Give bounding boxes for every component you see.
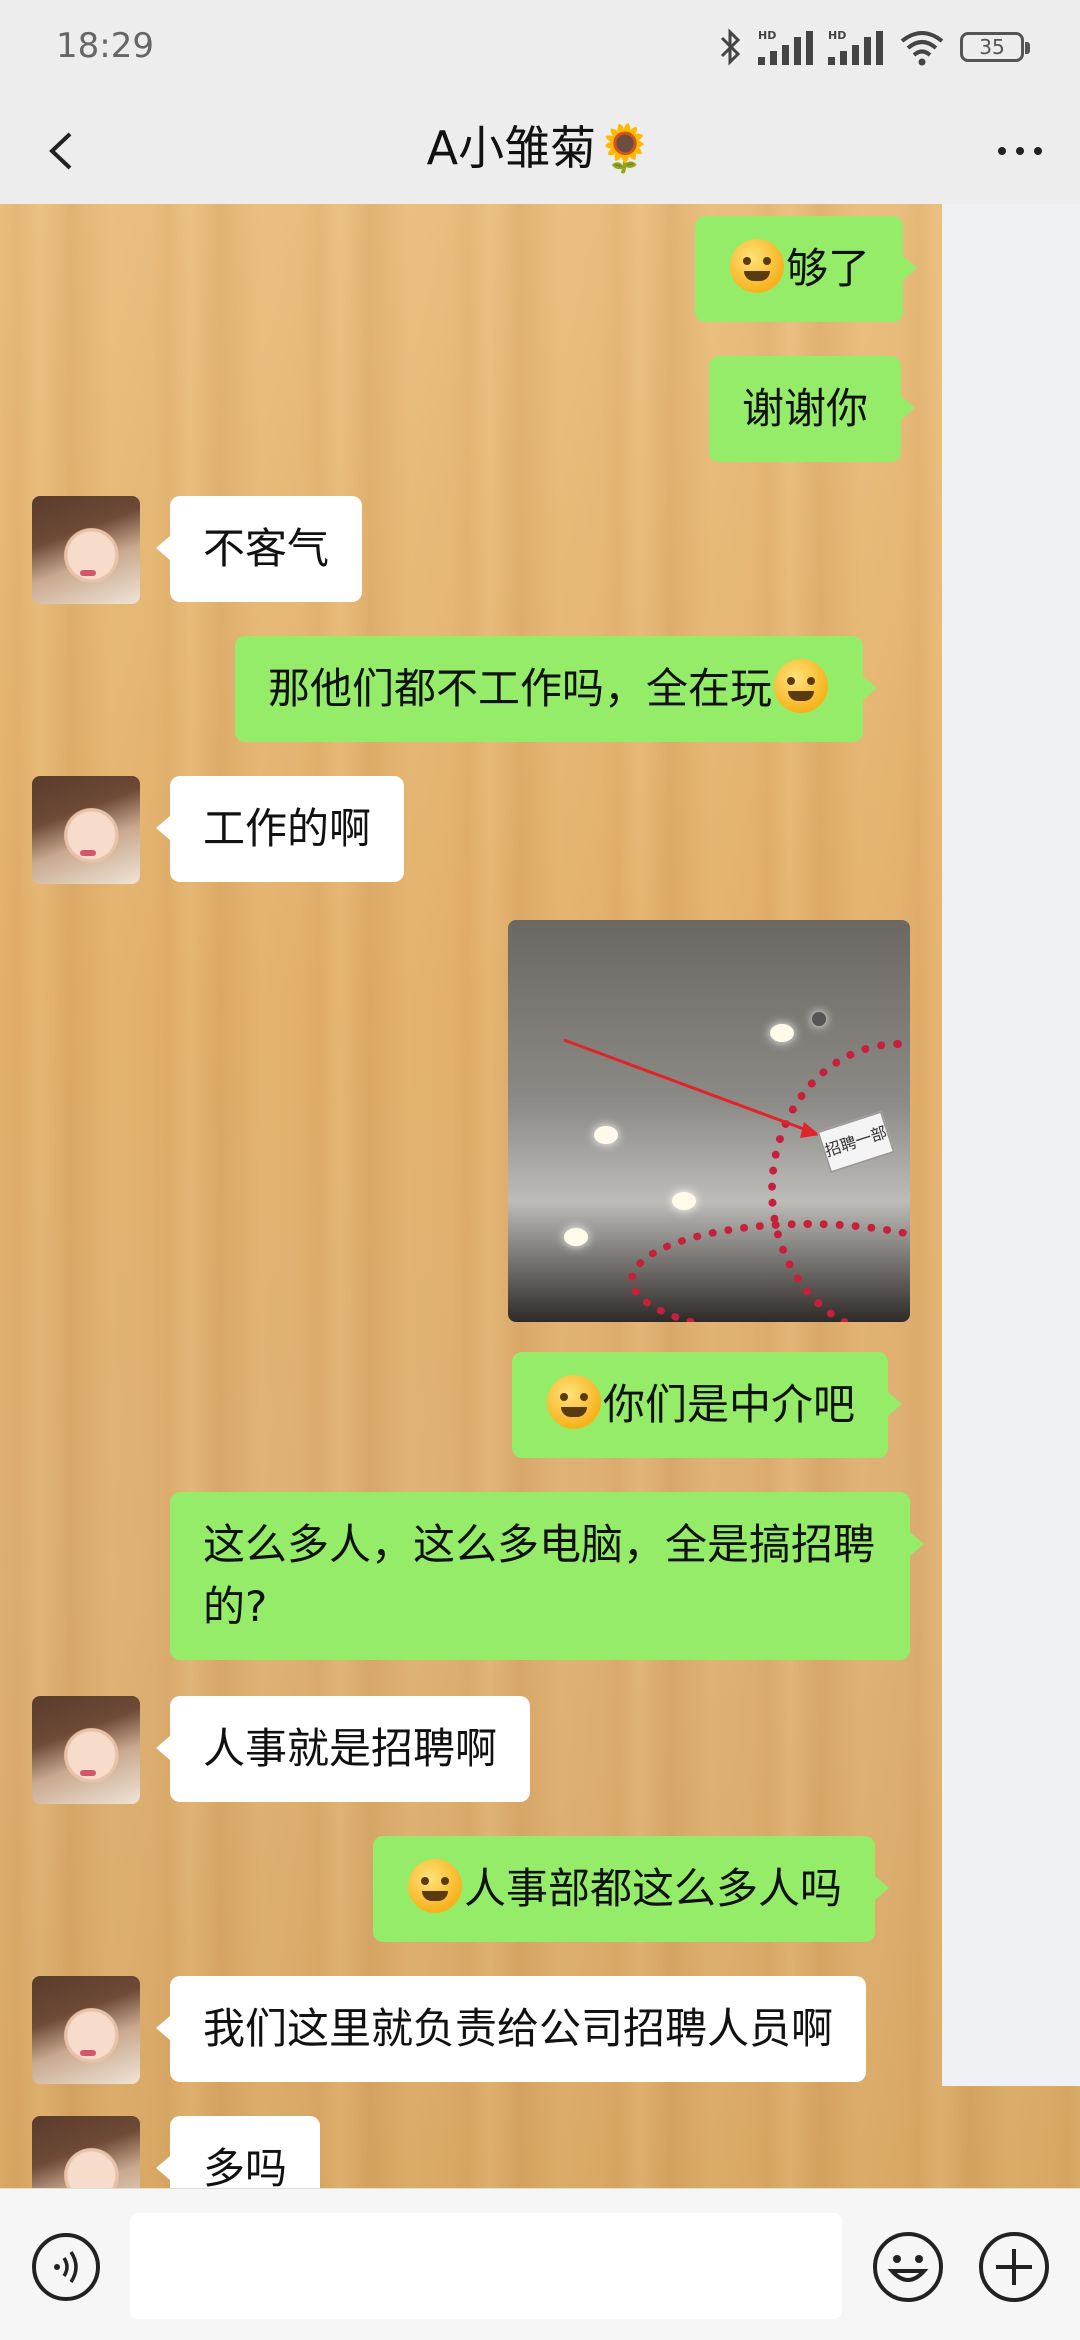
signal-hd-icon: HD <box>758 29 813 65</box>
image-message[interactable]: 招聘一部 <box>508 920 910 1322</box>
sent-message-bubble[interactable]: 人事部都这么多人吗 <box>373 1836 890 1942</box>
received-message-bubble[interactable]: 人事就是招聘啊 <box>155 1696 531 1802</box>
bluetooth-icon <box>720 28 741 66</box>
contact-avatar[interactable] <box>32 496 140 604</box>
chat-title: A小雏菊🌻 <box>426 121 654 175</box>
sent-message-bubble[interactable]: 你们是中介吧 <box>512 1352 903 1458</box>
shush-emoji-icon <box>547 1375 601 1429</box>
laugh-cry-emoji-icon <box>408 1859 462 1913</box>
message-text: 谢谢你 <box>742 384 869 433</box>
message-text: 你们是中介吧 <box>603 1380 856 1429</box>
voice-input-icon[interactable] <box>30 2231 102 2303</box>
message-text-input[interactable] <box>130 2213 842 2319</box>
message-text: 多吗 <box>203 2144 288 2193</box>
sent-message-bubble[interactable]: 那他们都不工作吗，全在玩 <box>235 636 878 742</box>
sent-message-bubble[interactable]: 谢谢你 <box>709 356 916 462</box>
message-text: 那他们都不工作吗，全在玩 <box>268 664 773 713</box>
right-edge-panel <box>942 204 1080 2086</box>
grin-emoji-icon <box>730 239 784 293</box>
battery-level: 35 <box>979 35 1005 59</box>
received-message-bubble[interactable]: 不客气 <box>155 496 363 602</box>
sent-message-bubble[interactable]: 够了 <box>695 216 918 322</box>
laugh-cry-emoji-icon <box>774 659 829 713</box>
sent-message-bubble[interactable]: 这么多人，这么多电脑，全是搞招聘的? <box>170 1492 924 1660</box>
signal-hd-icon-2: HD <box>828 29 883 65</box>
status-time: 18:29 <box>56 26 154 66</box>
contact-avatar[interactable] <box>32 776 140 884</box>
message-text: 人事部都这么多人吗 <box>464 1864 843 1913</box>
contact-avatar[interactable] <box>32 1696 140 1804</box>
message-text: 工作的啊 <box>203 804 372 853</box>
contact-avatar[interactable] <box>32 1976 140 2084</box>
message-input-bar <box>0 2188 1080 2340</box>
message-text: 这么多人，这么多电脑，全是搞招聘的? <box>203 1520 876 1631</box>
emoji-picker-icon[interactable] <box>870 2229 946 2305</box>
message-text: 够了 <box>786 244 871 293</box>
message-text: 我们这里就负责给公司招聘人员啊 <box>203 2004 834 2053</box>
message-text: 不客气 <box>203 524 330 573</box>
battery-icon: 35 <box>960 32 1030 62</box>
chat-header: A小雏菊🌻 <box>0 96 1080 204</box>
more-options-icon[interactable] <box>980 116 1060 186</box>
message-text: 人事就是招聘啊 <box>203 1724 498 1773</box>
status-icons: HD HD 35 <box>718 22 1030 72</box>
svg-text:HD: HD <box>758 29 776 42</box>
received-message-bubble[interactable]: 工作的啊 <box>155 776 405 882</box>
wifi-icon <box>900 31 944 66</box>
status-bar: 18:29 HD HD 35 <box>0 0 1080 96</box>
more-actions-plus-icon[interactable] <box>976 2229 1052 2305</box>
received-message-bubble[interactable]: 我们这里就负责给公司招聘人员啊 <box>155 1976 867 2082</box>
svg-text:HD: HD <box>828 29 846 42</box>
